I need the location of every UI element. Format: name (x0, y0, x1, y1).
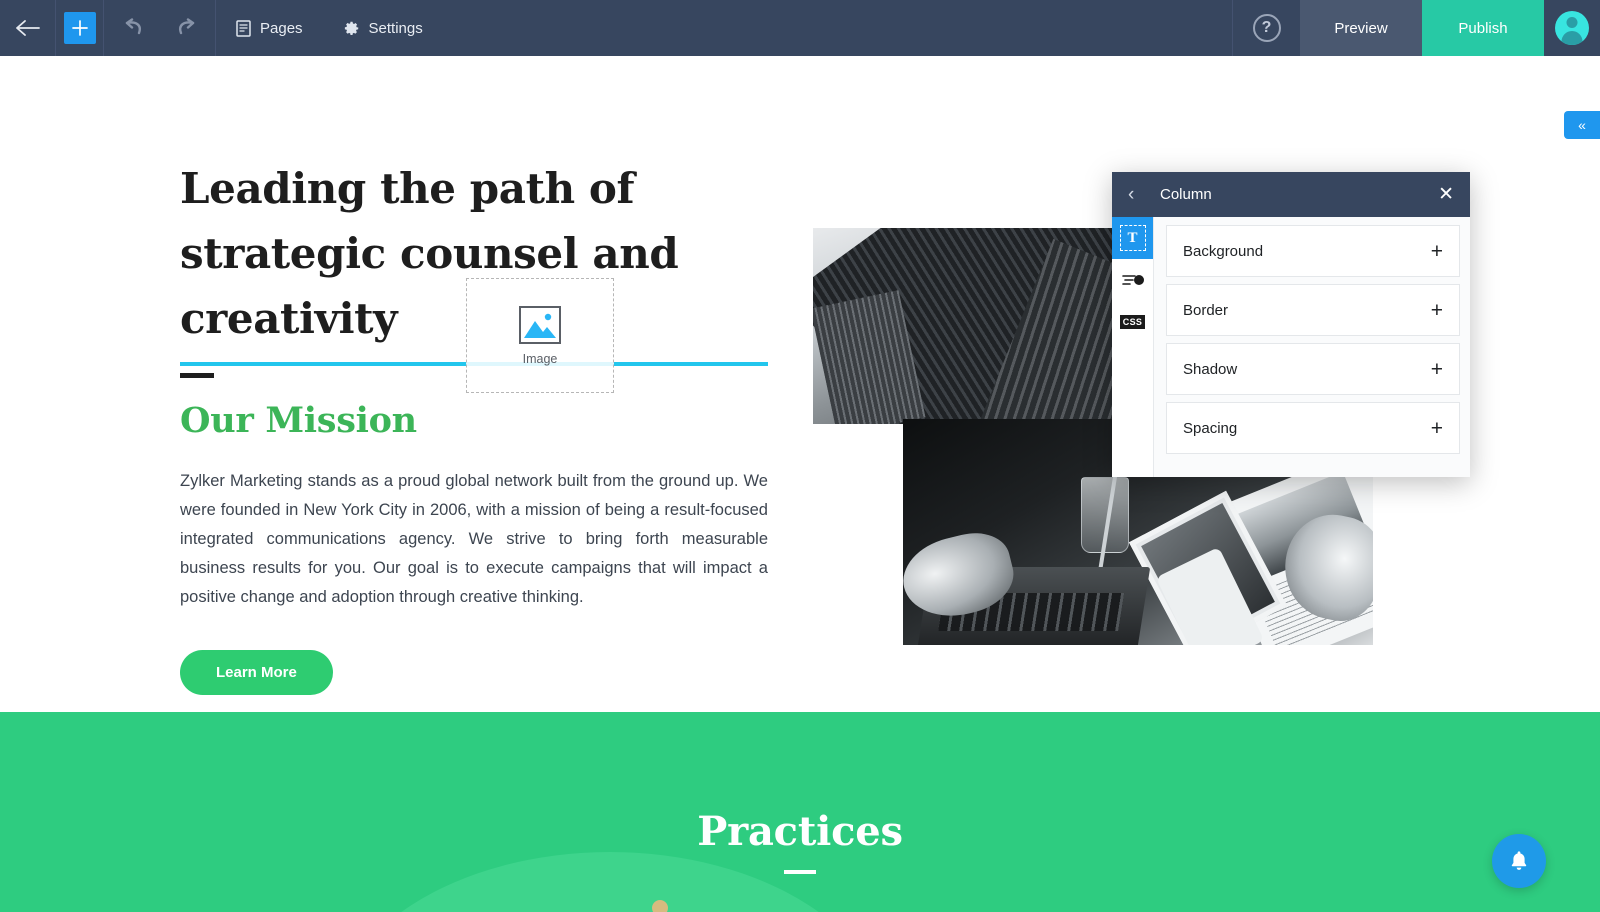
user-avatar-icon (1555, 11, 1589, 45)
help-button[interactable]: ? (1232, 0, 1300, 56)
hero-subheadline: Our Mission (180, 400, 417, 442)
settings-menu-button[interactable]: Settings (323, 0, 443, 56)
preview-button[interactable]: Preview (1300, 0, 1422, 56)
undo-button[interactable] (104, 0, 160, 56)
panel-tab-rail: T CSS (1112, 217, 1154, 477)
image-placeholder-icon (519, 305, 561, 344)
panel-row-border[interactable]: Border + (1166, 284, 1460, 336)
panel-row-label: Spacing (1183, 419, 1238, 437)
panel-row-label: Border (1183, 301, 1229, 319)
close-x-icon[interactable]: ✕ (1438, 183, 1454, 206)
undo-arrow-icon (125, 18, 141, 35)
css-icon: CSS (1119, 315, 1146, 329)
panel-row-background[interactable]: Background + (1166, 225, 1460, 277)
publish-button[interactable]: Publish (1422, 0, 1544, 56)
add-element-button[interactable] (56, 0, 104, 56)
arrow-left-icon (15, 20, 40, 36)
gear-icon (344, 21, 358, 35)
css-tab[interactable]: CSS (1112, 301, 1153, 343)
add-shadow-icon[interactable]: + (1431, 359, 1443, 380)
panel-row-shadow[interactable]: Shadow + (1166, 343, 1460, 395)
bell-icon (1511, 851, 1527, 870)
add-border-icon[interactable]: + (1431, 300, 1443, 321)
redo-button[interactable] (160, 0, 216, 56)
decorative-dot (652, 900, 668, 912)
panel-row-label: Shadow (1183, 360, 1238, 378)
plus-icon (63, 12, 96, 44)
panel-row-label: Background (1183, 242, 1264, 260)
practices-title: Practices (697, 808, 903, 855)
image-placeholder-label: Image (522, 351, 558, 366)
redo-arrow-icon (178, 18, 194, 35)
panel-title: Column (1160, 186, 1212, 203)
settings-label: Settings (368, 19, 423, 37)
learn-more-button[interactable]: Learn More (180, 650, 333, 696)
user-avatar-button[interactable] (1544, 0, 1600, 56)
add-background-icon[interactable]: + (1431, 241, 1443, 262)
page-document-icon (236, 19, 251, 37)
practices-underline (784, 870, 816, 874)
toolbar-left-group: Pages Settings (0, 0, 443, 56)
decorative-arc (330, 852, 890, 912)
collapse-panel-toggle[interactable]: « (1564, 111, 1600, 139)
panel-row-spacing[interactable]: Spacing + (1166, 402, 1460, 454)
panel-header: ‹ Column ✕ (1112, 172, 1470, 217)
practices-section: Practices (0, 712, 1600, 912)
panel-body: T CSS Background + Border + Shadow + Spa… (1112, 217, 1470, 477)
add-spacing-icon[interactable]: + (1431, 418, 1443, 439)
hero-body-text: Zylker Marketing stands as a proud globa… (180, 472, 768, 607)
top-toolbar: Pages Settings ? Preview Publish (0, 0, 1600, 56)
image-placeholder-widget[interactable]: Image (466, 278, 614, 393)
notifications-button[interactable] (1492, 834, 1546, 888)
hero-text-column: Leading the path of strategic counsel an… (180, 156, 768, 696)
text-T-icon: T (1119, 225, 1146, 251)
pages-label: Pages (260, 19, 303, 37)
question-mark-icon: ? (1252, 14, 1281, 42)
panel-option-list: Background + Border + Shadow + Spacing + (1154, 217, 1470, 477)
dark-accent-dash (180, 373, 214, 379)
align-icon (1121, 275, 1144, 285)
column-settings-panel: ‹ Column ✕ T CSS Background + Border + S… (1112, 172, 1470, 477)
text-element-tab[interactable]: T (1112, 217, 1153, 259)
align-element-tab[interactable] (1112, 259, 1153, 301)
back-button[interactable] (0, 0, 56, 56)
pages-menu-button[interactable]: Pages (216, 0, 323, 56)
chevron-left-icon[interactable]: ‹ (1128, 184, 1152, 206)
